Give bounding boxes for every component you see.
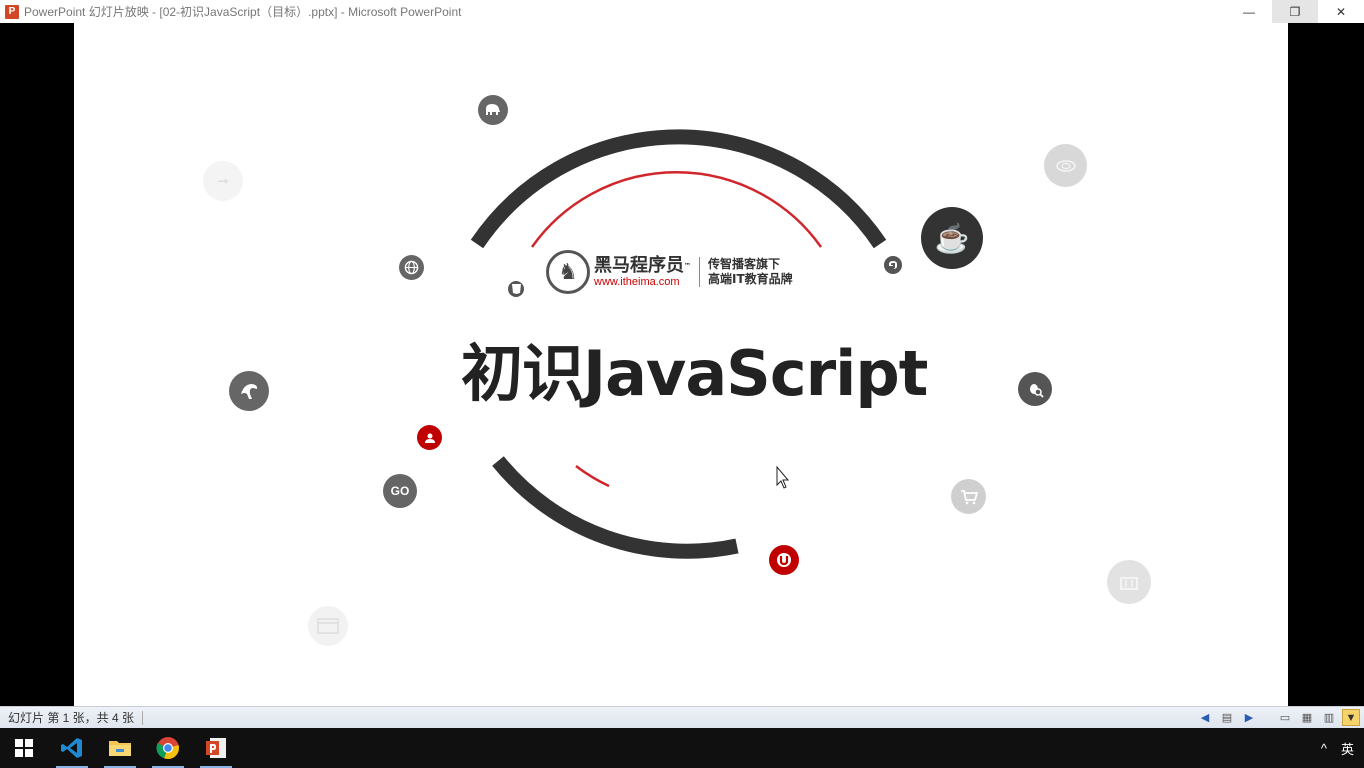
normal-view-button[interactable]: ▭ [1276,709,1294,726]
vscode-icon [61,738,82,758]
top-dark-arc [470,129,887,249]
logo-tagline-2: 高端IT教育品牌 [708,272,793,286]
minimize-button[interactable]: — [1226,0,1272,23]
slide-canvas[interactable]: ♞ 黑马程序员™ www.itheima.com 传智播客旗下 高端IT教育品牌… [74,23,1288,706]
globe-icon [399,255,424,280]
show-hidden-icons-chevron[interactable]: ^ [1321,741,1327,756]
slide-menu-button[interactable]: ▤ [1218,709,1236,726]
window-title: PowerPoint 幻灯片放映 - [02-初识JavaScript（目标）.… [24,5,462,19]
bug-search-icon [1018,372,1052,406]
powerpoint-app-icon[interactable]: P [5,4,19,19]
close-button[interactable]: ✕ [1318,0,1364,23]
faded-server-icon [1107,560,1151,604]
slide-sorter-view-button[interactable]: ▦ [1298,709,1316,726]
slideshow-area: ♞ 黑马程序员™ www.itheima.com 传智播客旗下 高端IT教育品牌… [0,23,1364,706]
bottom-dark-arc [492,456,739,559]
input-method-indicator[interactable]: 英 [1341,739,1354,758]
slide-title: 初识JavaScript [461,337,928,410]
next-slide-button[interactable]: ▶ [1240,709,1258,726]
faded-cloud-icon [1044,144,1087,187]
logo-tagline-1: 传智播客旗下 [708,257,781,271]
faded-browser-icon [308,606,348,646]
slide-counter: 幻灯片 第 1 张，共 4 张 [8,710,144,725]
go-icon: GO [383,474,417,508]
mouse-cursor [776,465,790,489]
slideshow-view-button[interactable]: ▼ [1342,709,1360,726]
taskbar-chrome[interactable] [144,728,192,768]
window-title-bar: P PowerPoint 幻灯片放映 - [02-初识JavaScript（目标… [0,0,1364,23]
logo-name: 黑马程序员 [594,255,684,276]
cart-icon [951,479,986,514]
window-controls: — ❐ ✕ [1226,0,1364,23]
system-tray: ^ 英 [1321,728,1354,768]
logo-divider [699,257,700,287]
u-red-icon [769,545,799,575]
faded-key-icon: ⊸ [203,161,243,201]
start-button[interactable] [0,728,48,768]
logo-url: www.itheima.com [594,276,680,288]
top-red-arc [530,171,823,248]
horse-logo-icon: ♞ [546,250,590,294]
python-icon [884,256,902,274]
logo-trademark: ™ [684,262,691,270]
taskbar-powerpoint[interactable] [192,728,240,768]
previous-slide-button[interactable]: ◀ [1196,709,1214,726]
status-bar-controls: ◀ ▤ ▶ ▭ ▦ ▥ ▼ [1196,709,1360,726]
html5-icon [508,281,524,297]
folder-icon [109,741,131,756]
status-bar: 幻灯片 第 1 张，共 4 张 ◀ ▤ ▶ ▭ ▦ ▥ ▼ [0,706,1364,728]
java-icon: ☕ [921,207,983,269]
kali-dragon-icon [229,371,269,411]
itheima-logo: ♞ 黑马程序员™ www.itheima.com 传智播客旗下 高端IT教育品牌 [546,250,793,294]
bottom-red-arc [575,465,610,488]
taskbar-vscode[interactable] [48,728,96,768]
restore-button[interactable]: ❐ [1272,0,1318,23]
windows-logo-icon [15,739,33,757]
user-red-icon [417,425,442,450]
reading-view-button[interactable]: ▥ [1320,709,1338,726]
powerpoint-icon [206,738,226,758]
taskbar-file-explorer[interactable] [96,728,144,768]
elephant-icon [478,95,508,125]
windows-taskbar: ^ 英 [0,728,1364,768]
chrome-icon [156,737,179,760]
